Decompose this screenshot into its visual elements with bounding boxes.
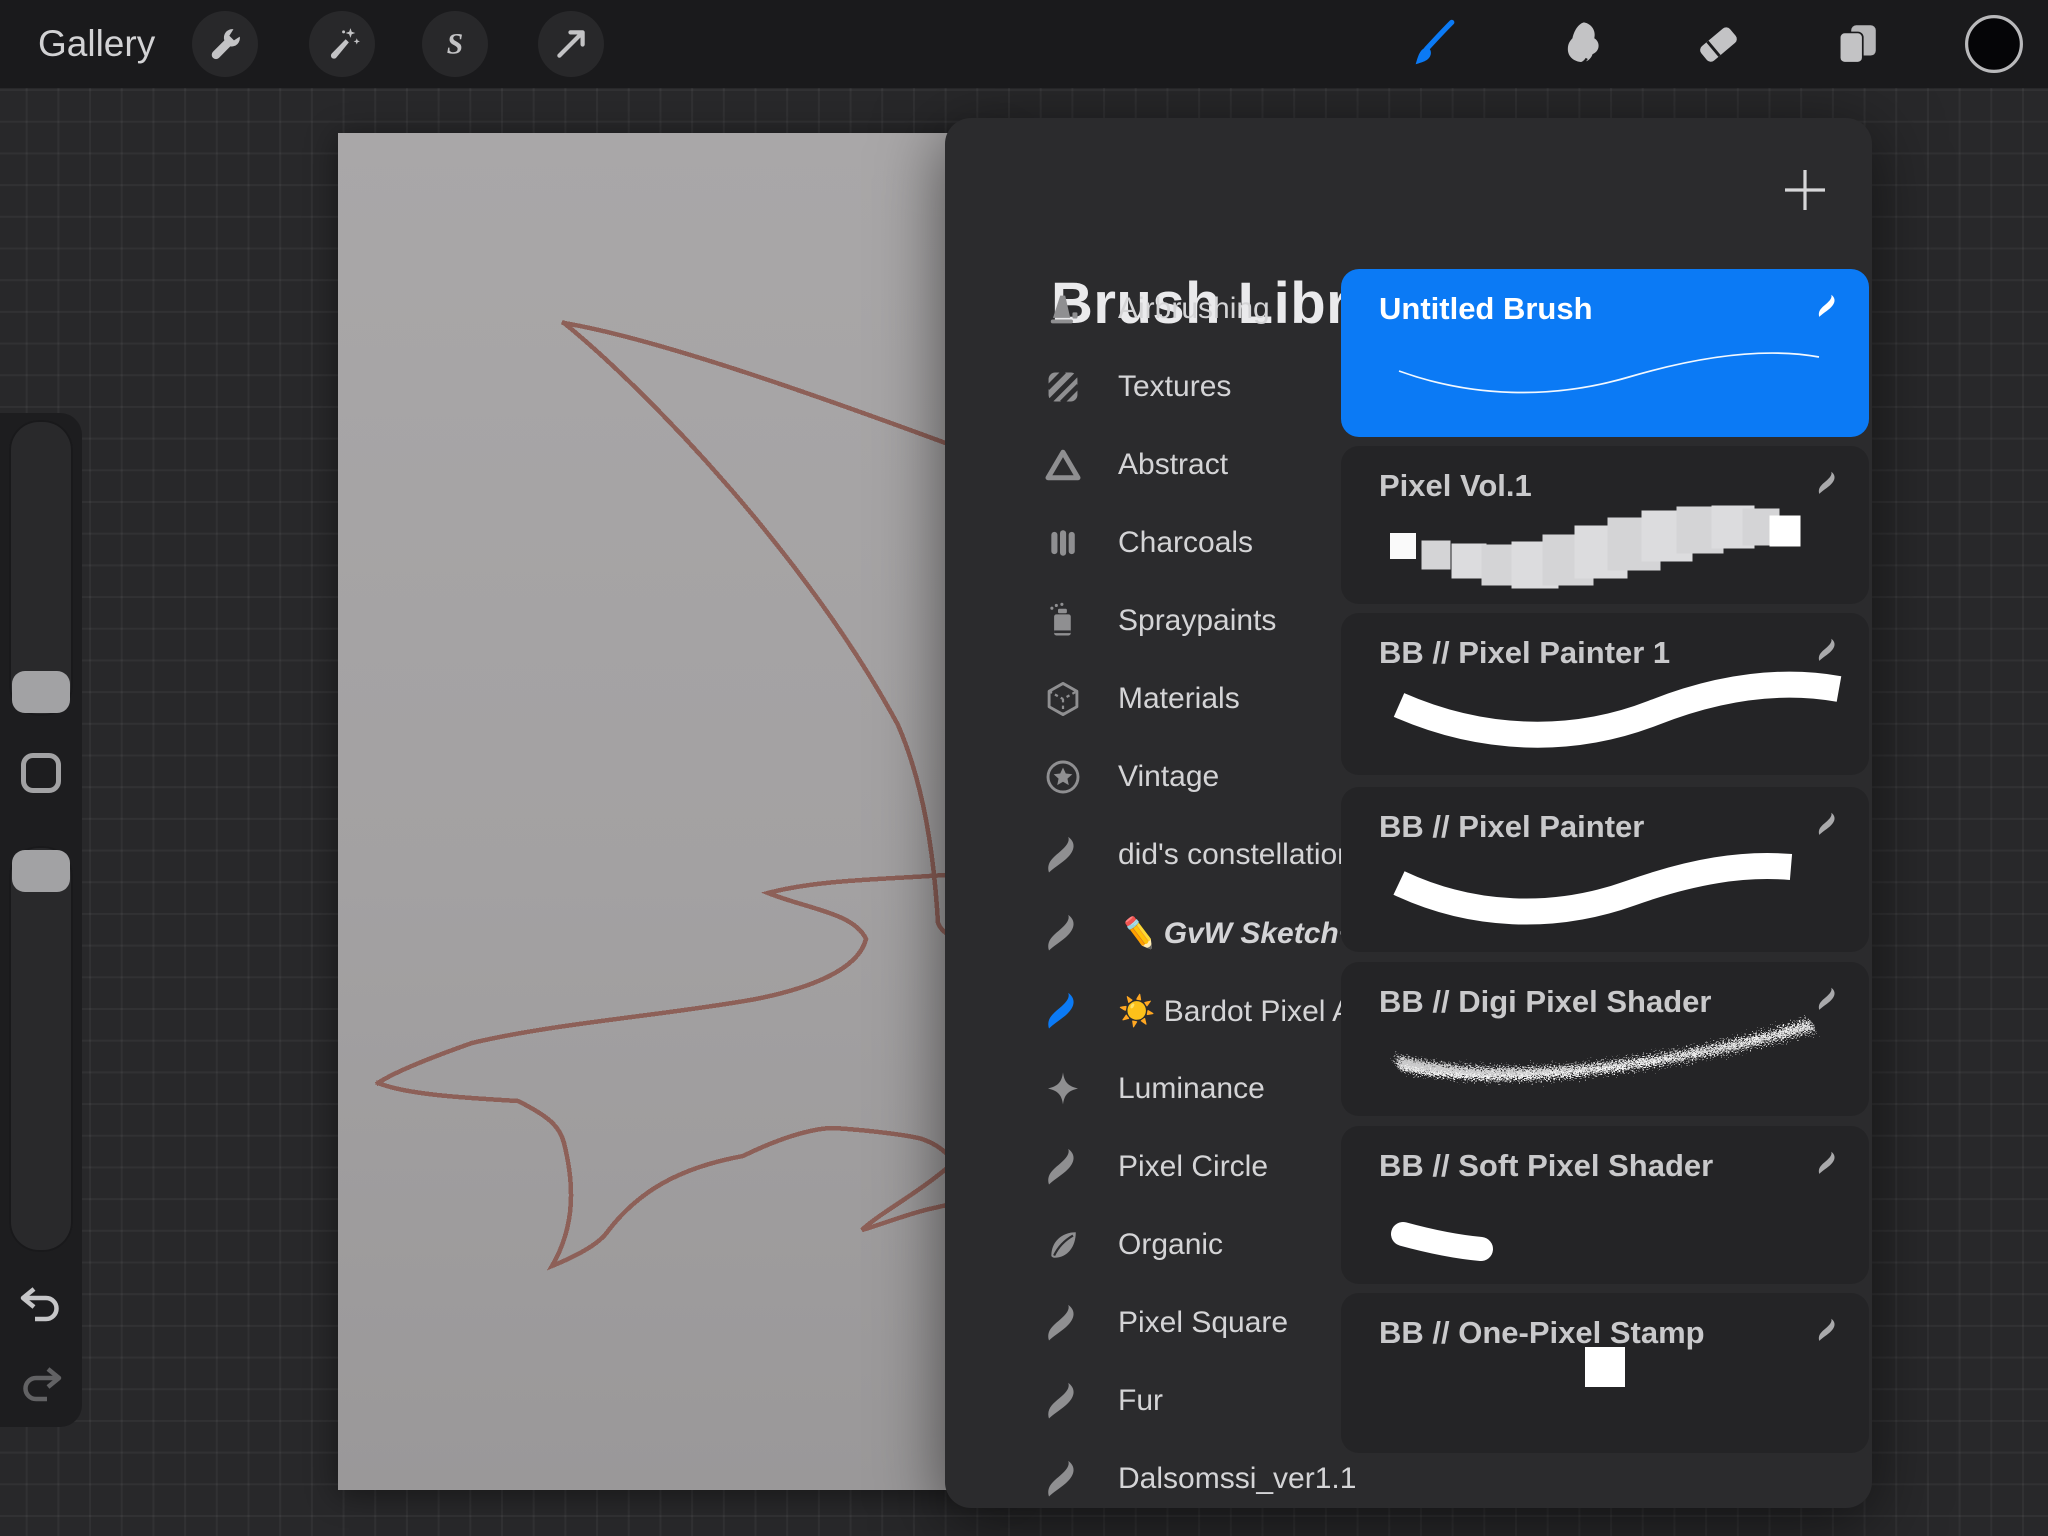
smudge-icon: [1555, 18, 1607, 70]
brush-stroke-icon: [1813, 1150, 1843, 1176]
brush-stroke-icon: [1813, 1317, 1843, 1343]
brush-card-list: Untitled Brush Pixel Vol.1 BB // Pixel P…: [1341, 118, 1869, 1508]
color-button[interactable]: [1962, 12, 2026, 76]
brush-category-item[interactable]: Pixel Square: [945, 1284, 1341, 1362]
eraser-icon: [1692, 18, 1744, 70]
brush-category-item[interactable]: Organic: [945, 1206, 1341, 1284]
redo-button[interactable]: [18, 1365, 64, 1405]
layers-icon: [1831, 18, 1883, 70]
brush-card[interactable]: Untitled Brush: [1341, 269, 1869, 437]
magic-wand-icon: [323, 25, 361, 63]
redo-icon: [18, 1365, 64, 1405]
brush-stroke-icon: [1813, 293, 1843, 319]
brush-category-list: Airbrushing Textures Abstract Charcoals …: [945, 270, 1341, 1518]
brush-category-item[interactable]: Fur: [945, 1362, 1341, 1440]
undo-icon: [18, 1285, 64, 1325]
brush-category-item[interactable]: Materials: [945, 660, 1341, 738]
brush-stroke-icon: [1041, 1457, 1085, 1501]
cube-icon: [1041, 677, 1085, 721]
brush-category-item[interactable]: Textures: [945, 348, 1341, 426]
brush-stroke-icon: [1041, 989, 1085, 1033]
brush-category-item[interactable]: Pixel Circle: [945, 1128, 1341, 1206]
drawing-canvas[interactable]: [338, 133, 1010, 1490]
brush-stroke-icon: [1813, 811, 1843, 837]
brush-size-handle[interactable]: [12, 671, 70, 713]
airbrush-icon: [1041, 287, 1085, 331]
adjustments-button[interactable]: [309, 11, 375, 77]
opacity-handle[interactable]: [12, 850, 70, 892]
erase-tool-button[interactable]: [1686, 12, 1750, 76]
transform-button[interactable]: [538, 11, 604, 77]
brush-card[interactable]: Pixel Vol.1: [1341, 446, 1869, 604]
undo-button[interactable]: [18, 1285, 64, 1325]
brush-card[interactable]: BB // One-Pixel Stamp: [1341, 1293, 1869, 1453]
brush-category-item[interactable]: Spraypaints: [945, 582, 1341, 660]
texture-square-icon: [1041, 365, 1085, 409]
procreate-workspace: Brush Library Airbrushing Textures Abstr…: [0, 0, 2048, 1536]
brush-stroke-icon: [1041, 911, 1085, 955]
paint-brush-icon: [1407, 18, 1459, 70]
brush-category-item[interactable]: Charcoals: [945, 504, 1341, 582]
svg-text:S: S: [447, 29, 463, 61]
brush-category-item[interactable]: Airbrushing: [945, 270, 1341, 348]
transform-arrow-icon: [552, 25, 590, 63]
brush-library-panel: Brush Library Airbrushing Textures Abstr…: [945, 118, 1872, 1508]
brush-card[interactable]: BB // Pixel Painter: [1341, 787, 1869, 952]
brush-stroke-icon: [1813, 637, 1843, 663]
top-toolbar: Gallery S: [0, 0, 2048, 88]
brush-card[interactable]: BB // Soft Pixel Shader: [1341, 1126, 1869, 1284]
opacity-slider[interactable]: [9, 846, 73, 1252]
brush-stroke-icon: [1041, 833, 1085, 877]
brush-category-item[interactable]: Dalsomssi_ver1.1: [945, 1440, 1341, 1518]
brush-category-item[interactable]: did's constellations: [945, 816, 1341, 894]
leaf-icon: [1041, 1223, 1085, 1267]
actions-button[interactable]: [192, 11, 258, 77]
color-circle-icon: [1962, 12, 2026, 76]
layers-button[interactable]: [1825, 12, 1889, 76]
brush-stroke-icon: [1041, 1301, 1085, 1345]
spray-can-icon: [1041, 599, 1085, 643]
brush-stroke-icon: [1813, 986, 1843, 1012]
brush-category-item[interactable]: ☀️ Bardot Pixel Art: [945, 972, 1341, 1050]
gallery-button[interactable]: Gallery: [38, 0, 155, 88]
brush-card[interactable]: BB // Pixel Painter 1: [1341, 613, 1869, 775]
wrench-icon: [206, 25, 244, 63]
brush-category-item[interactable]: Luminance: [945, 1050, 1341, 1128]
smudge-tool-button[interactable]: [1549, 12, 1613, 76]
brush-controls-sidebar: [0, 413, 82, 1427]
brush-category-item[interactable]: ✏️ GvW Sketch+Draw: [945, 894, 1341, 972]
selection-button[interactable]: S: [422, 11, 488, 77]
star-circle-icon: [1041, 755, 1085, 799]
brush-stroke-icon: [1813, 470, 1843, 496]
charcoal-bars-icon: [1041, 521, 1085, 565]
brush-stroke-icon: [1041, 1145, 1085, 1189]
brush-card[interactable]: BB // Digi Pixel Shader: [1341, 962, 1869, 1116]
sparkle-icon: [1041, 1067, 1085, 1111]
selection-s-icon: S: [436, 25, 474, 63]
modify-button[interactable]: [21, 753, 61, 793]
brush-stroke-icon: [1041, 1379, 1085, 1423]
triangle-icon: [1041, 443, 1085, 487]
brush-category-item[interactable]: Vintage: [945, 738, 1341, 816]
brush-category-item[interactable]: Abstract: [945, 426, 1341, 504]
paint-tool-button[interactable]: [1401, 12, 1465, 76]
